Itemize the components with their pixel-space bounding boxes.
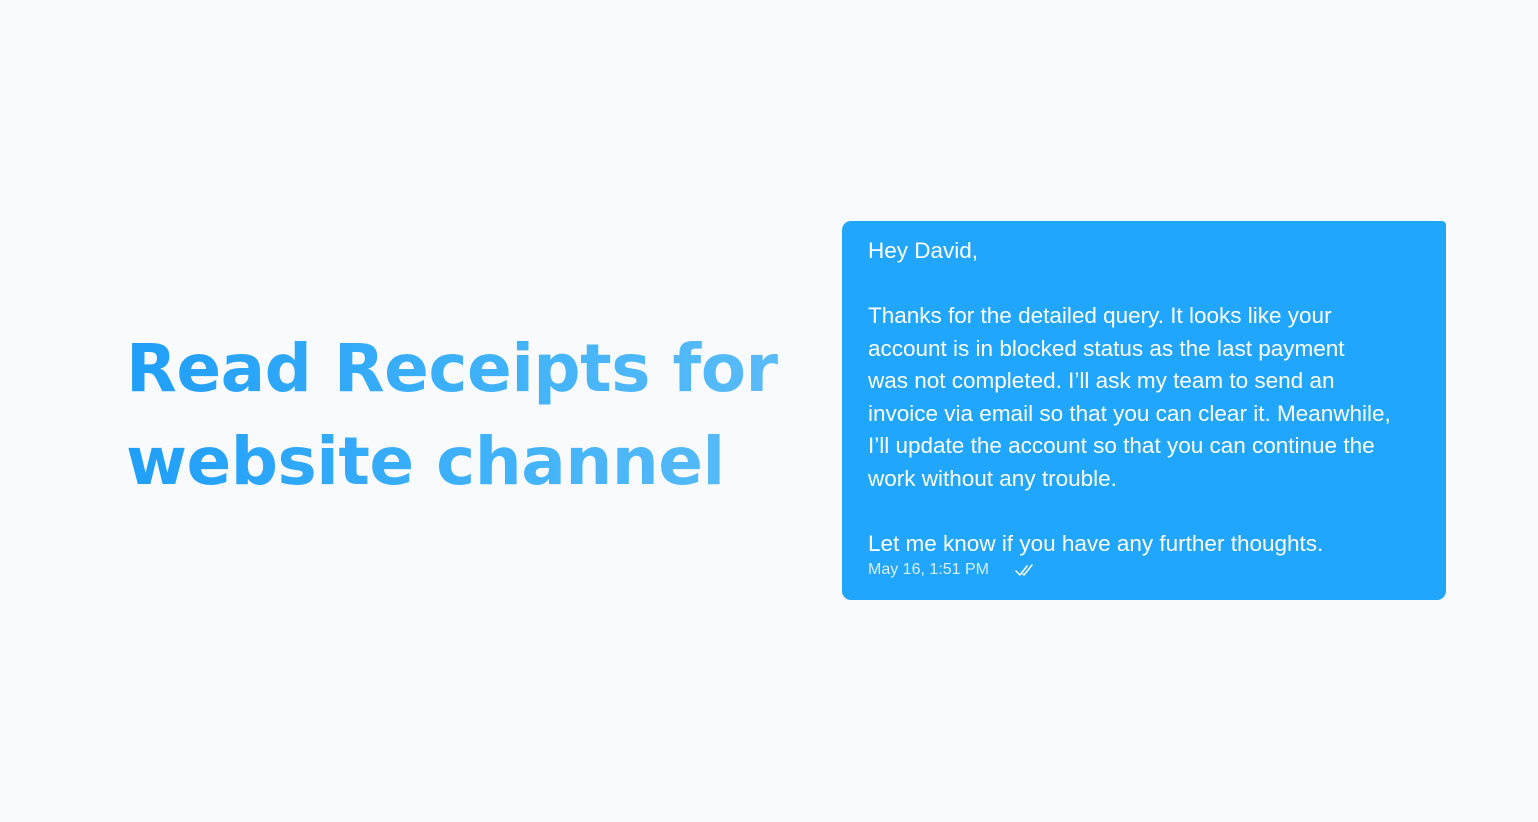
message-body-line: I’ll update the account so that you can … (868, 433, 1375, 458)
double-check-icon (1015, 563, 1035, 577)
headline: Read Receipts for website channel (126, 322, 806, 508)
message-body-line: Thanks for the detailed query. It looks … (868, 303, 1332, 328)
message-meta: May 16, 1:51 PM (868, 561, 1035, 579)
message-closing: Let me know if you have any further thou… (868, 530, 1324, 556)
message-body-line: work without any trouble. (868, 465, 1117, 491)
message-bubble: Hey David, Thanks for the detailed query… (842, 221, 1446, 600)
message-body-line: invoice via email so that you can clear … (868, 400, 1391, 426)
message-body-line: account is in blocked status as the last… (868, 335, 1345, 361)
message-timestamp: May 16, 1:51 PM (868, 561, 989, 578)
message-body-line: was not completed. I’ll ask my team to s… (868, 368, 1335, 393)
headline-line-2: website channel (126, 423, 725, 500)
headline-line-1: Read Receipts for (126, 330, 778, 407)
page: Read Receipts for website channel Hey Da… (0, 0, 1538, 822)
message-greeting: Hey David, (868, 238, 979, 263)
